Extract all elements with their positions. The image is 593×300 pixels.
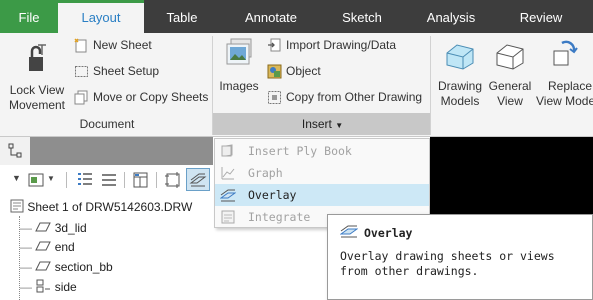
tree-structure-icon — [8, 143, 22, 158]
general-view-label-2: View — [497, 94, 523, 108]
overlay-tooltip: Overlay Overlay drawing sheets or views … — [327, 214, 593, 300]
drawing-models-button[interactable]: Drawing Models — [436, 39, 484, 109]
view-icon — [35, 241, 52, 251]
tree-toolbar: ▼ ▼ — [0, 167, 213, 193]
panel-header-bar — [0, 137, 213, 165]
tree-root-sheet[interactable]: Sheet 1 of DRW5142603.DRW — [10, 199, 192, 215]
tab-review[interactable]: Review — [500, 0, 582, 33]
integrate-icon — [221, 210, 235, 224]
general-view-label-1: General — [488, 79, 532, 93]
new-sheet-icon — [74, 38, 87, 53]
document-group-label: Document — [79, 117, 135, 131]
move-copy-sheets-icon — [74, 90, 88, 105]
menu-item-insert-ply-book[interactable]: Insert Ply Book — [215, 140, 429, 162]
triangle-down-icon[interactable]: ▼ — [12, 173, 21, 183]
tree-item-label: side — [54, 280, 77, 294]
overlay-toggle-button[interactable] — [186, 168, 210, 191]
overlay-icon — [340, 225, 358, 238]
lock-icon — [29, 44, 46, 71]
insert-group-label: Insert — [301, 117, 332, 131]
replace-view-label-2: View Mode — [536, 94, 593, 108]
overlay-layers-icon — [189, 173, 207, 187]
group-divider — [212, 36, 213, 135]
ribbon-tab-bar: File Layout Table Annotate Sketch Analys… — [0, 0, 593, 34]
toolbar-separator — [66, 172, 67, 188]
tab-analysis[interactable]: Analysis — [408, 0, 494, 33]
tab-layout[interactable]: Layout — [58, 0, 144, 34]
replace-view-icon — [553, 40, 578, 66]
tree-item-label: 3d_lid — [54, 221, 87, 235]
copy-from-drawing-icon — [268, 91, 281, 104]
menu-item-label: Integrate — [248, 210, 311, 224]
insert-group-dropdown[interactable]: Insert ▼ — [295, 117, 350, 131]
tab-file[interactable]: File — [0, 0, 58, 33]
general-view-button[interactable]: General View — [488, 39, 532, 109]
toolbar-separator — [124, 172, 125, 188]
menu-item-label: Overlay — [248, 188, 297, 202]
replace-view-label-1: Replace — [548, 79, 593, 93]
drawing-models-label-2: Models — [440, 94, 480, 108]
menu-item-overlay[interactable]: Overlay — [215, 184, 429, 206]
sheet-setup-icon — [75, 66, 88, 77]
general-view-icon — [496, 44, 524, 70]
object-label: Object — [286, 64, 321, 78]
tree-item-end[interactable]: — end — [20, 239, 75, 255]
import-drawing-label: Import Drawing/Data — [286, 38, 397, 52]
menu-item-graph[interactable]: Graph — [215, 162, 429, 184]
tree-item-label: section_bb — [54, 260, 113, 274]
tab-annotate[interactable]: Annotate — [224, 0, 318, 33]
toolbar-separator — [156, 172, 157, 188]
images-icon — [226, 38, 252, 65]
list-view-icon[interactable] — [76, 171, 94, 189]
drawing-models-label-1: Drawing — [437, 79, 482, 93]
lock-view-label-2: Movement — [8, 98, 66, 112]
panel-tree-toggle[interactable] — [0, 137, 30, 165]
overlay-icon — [220, 189, 236, 202]
ribbon-panel: Lock View Movement New Sheet Sheet Setup… — [0, 33, 593, 137]
sheet-icon — [10, 199, 24, 213]
projection-view-icon — [36, 279, 51, 293]
tooltip-title: Overlay — [364, 226, 413, 240]
tree-item-3d-lid[interactable]: — 3d_lid — [20, 220, 87, 236]
copy-from-other-label: Copy from Other Drawing — [286, 90, 423, 104]
caret-down-icon: ▼ — [335, 121, 344, 130]
tooltip-description: Overlay drawing sheets or views from oth… — [340, 249, 588, 279]
drawing-models-icon — [446, 44, 474, 70]
menu-item-label: Graph — [248, 166, 283, 180]
menu-item-label: Insert Ply Book — [248, 144, 352, 158]
tab-table[interactable]: Table — [144, 0, 220, 33]
object-icon — [267, 64, 282, 79]
list-details-icon[interactable] — [100, 171, 118, 189]
tree-root-label: Sheet 1 of DRW5142603.DRW — [27, 200, 193, 214]
frame-icon[interactable] — [164, 171, 182, 189]
replace-view-model-button[interactable]: Replace View Mode — [536, 39, 593, 109]
sheet-setup-label: Sheet Setup — [93, 64, 160, 78]
tooltip-line-2: from other drawings. — [340, 264, 479, 278]
lock-view-movement-button[interactable]: Lock View Movement — [4, 37, 70, 113]
images-label: Images — [219, 79, 259, 93]
tree-item-section-bb[interactable]: — section_bb — [20, 259, 113, 275]
ply-book-icon — [221, 144, 233, 157]
table-icon[interactable] — [132, 171, 150, 189]
lock-view-label-1: Lock View — [9, 83, 65, 97]
tooltip-line-1: Overlay drawing sheets or views — [340, 249, 555, 263]
view-icon — [35, 222, 52, 232]
tree-item-side[interactable]: — side — [20, 279, 77, 295]
images-button[interactable]: Images — [216, 37, 262, 94]
view-icon — [35, 261, 52, 271]
import-drawing-icon — [268, 38, 281, 52]
sheet-view-icon[interactable] — [28, 171, 46, 189]
chevron-down-icon[interactable]: ▼ — [47, 174, 55, 183]
group-divider — [430, 36, 431, 135]
move-copy-sheets-label: Move or Copy Sheets — [93, 90, 209, 104]
new-sheet-label: New Sheet — [93, 38, 152, 52]
tab-sketch[interactable]: Sketch — [322, 0, 402, 33]
tree-item-label: end — [54, 240, 75, 254]
graph-icon — [221, 167, 235, 180]
